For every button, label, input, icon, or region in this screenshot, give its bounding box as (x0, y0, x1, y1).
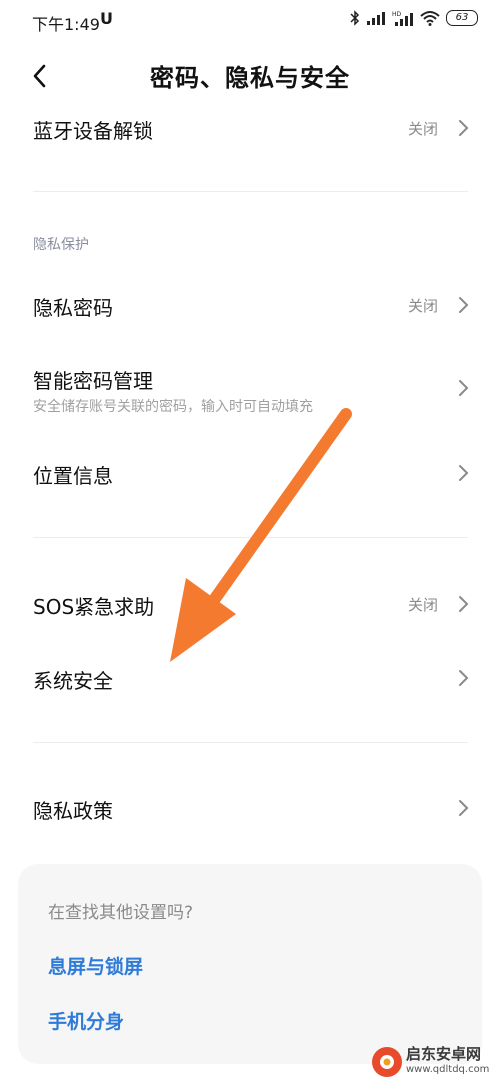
status-icons: HD 63 (350, 10, 478, 26)
battery-icon: 63 (446, 10, 478, 26)
row-title: 位置信息 (33, 464, 113, 488)
wifi-icon (420, 11, 440, 26)
chevron-right-icon (459, 670, 469, 686)
section-label-privacy: 隐私保护 (33, 237, 89, 253)
page-title: 密码、隐私与安全 (150, 64, 350, 92)
search-suggestion-card: 在查找其他设置吗? 息屏与锁屏 手机分身 (18, 864, 482, 1064)
link-screen-lock[interactable]: 息屏与锁屏 (48, 952, 143, 979)
row-title: 隐私密码 (33, 296, 113, 320)
arrow-shaft (208, 408, 352, 606)
divider (33, 191, 468, 192)
bluetooth-unlock-row[interactable]: 蓝牙设备解锁 关闭 (0, 104, 500, 152)
system-security-row[interactable]: 系统安全 (0, 654, 500, 702)
divider (33, 537, 468, 538)
signal-hd-icon: HD (392, 11, 413, 26)
status-time: 下午1:49 (32, 15, 100, 34)
location-row[interactable]: 位置信息 (0, 449, 500, 497)
chevron-right-icon (459, 465, 469, 481)
status-bar: 下午1:49 U HD 63 (0, 0, 500, 44)
chevron-right-icon (459, 380, 469, 396)
row-title: 系统安全 (33, 669, 113, 693)
watermark-logo-icon (372, 1047, 402, 1077)
watermark-url: www.qdltdq.com (406, 1064, 490, 1075)
row-title: SOS紧急求助 (33, 595, 155, 619)
svg-text:HD: HD (392, 11, 402, 18)
row-subtitle: 安全储存账号关联的密码，输入时可自动填充 (33, 399, 313, 415)
link-dual-apps[interactable]: 手机分身 (48, 1007, 124, 1034)
header: 密码、隐私与安全 (0, 48, 500, 100)
watermark-text: 启东安卓网 (406, 1045, 482, 1063)
chevron-right-icon (459, 297, 469, 313)
privacy-password-row[interactable]: 隐私密码 关闭 (0, 281, 500, 329)
bluetooth-icon (350, 10, 360, 26)
card-title: 在查找其他设置吗? (48, 903, 194, 923)
chevron-right-icon (459, 596, 469, 612)
status-extra-icon: U (100, 9, 113, 28)
row-title: 智能密码管理 (33, 369, 153, 393)
smart-password-row[interactable]: 智能密码管理 安全储存账号关联的密码，输入时可自动填充 (0, 356, 500, 422)
row-value: 关闭 (407, 596, 438, 614)
privacy-policy-row[interactable]: 隐私政策 (0, 784, 500, 832)
row-title: 隐私政策 (33, 799, 113, 823)
row-title: 蓝牙设备解锁 (33, 119, 153, 143)
signal-icon (367, 12, 385, 25)
chevron-right-icon (459, 800, 469, 816)
sos-row[interactable]: SOS紧急求助 关闭 (0, 580, 500, 628)
chevron-right-icon (459, 120, 469, 136)
row-value: 关闭 (407, 297, 438, 315)
divider (33, 742, 468, 743)
row-value: 关闭 (407, 120, 438, 138)
watermark: 启东安卓网 www.qdltdq.com (368, 1040, 500, 1084)
